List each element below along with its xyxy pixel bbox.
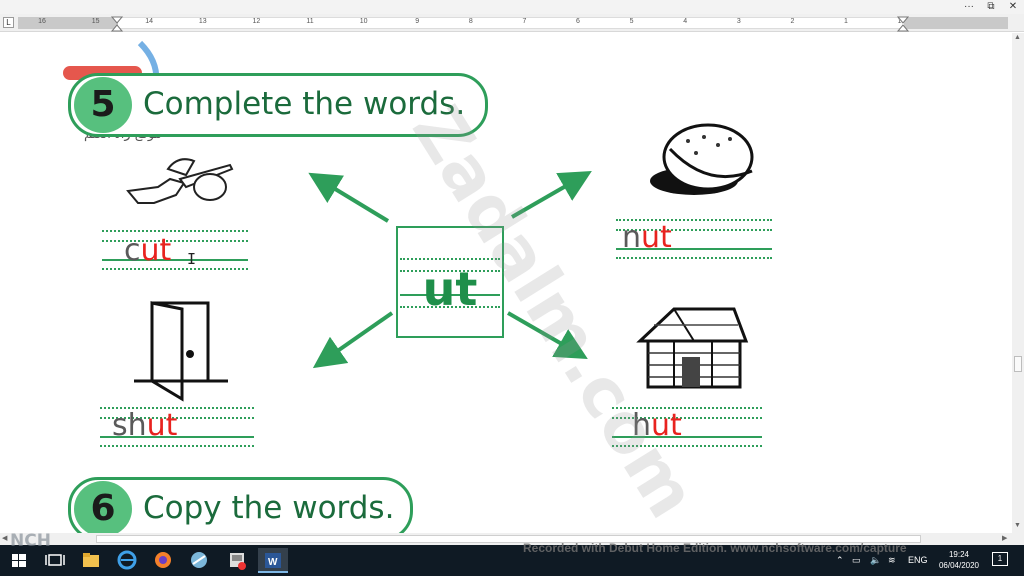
ruler-tick-label: 14 bbox=[145, 18, 154, 25]
windows-icon bbox=[12, 554, 26, 567]
word-shut: shut bbox=[112, 411, 177, 441]
firefox-icon bbox=[155, 552, 171, 568]
ruler-tick-label: 4 bbox=[683, 18, 688, 25]
arrow-to-cut bbox=[308, 172, 390, 223]
indent-marker-left[interactable] bbox=[111, 16, 123, 32]
battery-icon[interactable]: ▭ bbox=[852, 555, 861, 566]
ruler-tick-label: 13 bbox=[198, 18, 207, 25]
clock-date: 06/04/2020 bbox=[938, 561, 980, 570]
taskbar-firefox[interactable] bbox=[148, 548, 178, 573]
word-shut-prefix: sh bbox=[112, 408, 147, 443]
tab-selector[interactable]: L bbox=[3, 17, 14, 28]
taskbar-word[interactable]: W bbox=[258, 548, 288, 573]
nch-watermark: NCH bbox=[10, 531, 51, 551]
clock-time: 19:24 bbox=[948, 550, 970, 559]
window-title-bar: ··· ⧉ ✕ bbox=[0, 0, 1024, 14]
ruler-tick-label: 3 bbox=[736, 18, 741, 25]
hut-icon bbox=[636, 307, 749, 389]
ruler-tick-label: 15 bbox=[91, 18, 100, 25]
vertical-scrollbar[interactable]: ▲ ▼ bbox=[1012, 33, 1024, 533]
language-indicator[interactable]: ENG bbox=[908, 555, 928, 565]
taskbar-edge[interactable] bbox=[112, 548, 142, 573]
ruler-tick-label: 2 bbox=[790, 18, 795, 25]
scroll-up-icon[interactable]: ▲ bbox=[1014, 34, 1021, 41]
scroll-right-icon[interactable]: ▶ bbox=[1002, 534, 1007, 542]
task-view-icon bbox=[45, 554, 65, 566]
edge-icon bbox=[117, 550, 137, 570]
ruler-margin-right bbox=[904, 17, 1008, 29]
volume-icon[interactable]: 🔈 bbox=[870, 555, 881, 566]
arrow-to-shut bbox=[312, 311, 394, 369]
recording-watermark: Recorded with Debut Home Edition. www.nc… bbox=[523, 541, 907, 555]
ruler-tick-label: 12 bbox=[252, 18, 261, 25]
ruler-tick-label: 10 bbox=[359, 18, 368, 25]
ruler-margin-left bbox=[18, 17, 118, 29]
ruler-tick-label: 5 bbox=[629, 18, 634, 25]
ruler-tick-label: 9 bbox=[415, 18, 420, 25]
notification-center-button[interactable]: 1 bbox=[992, 552, 1008, 566]
indent-marker-right[interactable] bbox=[897, 16, 909, 32]
notification-count: 1 bbox=[997, 554, 1003, 563]
ruler-tick-label: 7 bbox=[522, 18, 527, 25]
close-button[interactable]: ✕ bbox=[1002, 0, 1024, 14]
taskbar-file-explorer[interactable] bbox=[76, 548, 106, 573]
taskbar-app[interactable] bbox=[184, 548, 214, 573]
ruler-tick-label: 1 bbox=[844, 18, 848, 25]
app-icon bbox=[191, 552, 207, 568]
folder-icon bbox=[83, 553, 99, 567]
start-button[interactable] bbox=[4, 548, 34, 573]
show-hidden-icons[interactable]: ⌃ bbox=[836, 555, 844, 566]
word-icon: W bbox=[265, 553, 281, 568]
scroll-left-icon[interactable]: ◀ bbox=[2, 534, 7, 542]
svg-text:W: W bbox=[268, 557, 278, 568]
ruler-tick-label: 8 bbox=[468, 18, 473, 25]
door-icon bbox=[134, 301, 228, 402]
taskbar: W Recorded with Debut Home Edition. www.… bbox=[0, 541, 1024, 576]
scroll-down-icon[interactable]: ▼ bbox=[1014, 522, 1021, 529]
vertical-scroll-thumb[interactable] bbox=[1014, 356, 1022, 372]
more-options-button[interactable]: ··· bbox=[958, 0, 980, 14]
restore-button[interactable]: ⧉ bbox=[980, 0, 1002, 14]
ruler-tick-label: 6 bbox=[576, 18, 580, 25]
document-page[interactable]: موقع زاد العلم 5 Complete the words. cut… bbox=[0, 33, 1012, 533]
ruler-tick-label: 16 bbox=[38, 18, 46, 25]
ruler-band bbox=[18, 17, 1008, 29]
taskbar-recorder[interactable] bbox=[222, 548, 252, 573]
system-clock[interactable]: 19:24 06/04/2020 bbox=[932, 549, 986, 571]
section-6-title: Copy the words. bbox=[143, 490, 395, 526]
section-6-number: 6 bbox=[74, 481, 132, 533]
task-view-button[interactable] bbox=[40, 548, 70, 573]
wifi-icon[interactable]: ≋ bbox=[888, 555, 896, 566]
ruler-tick-label: 11 bbox=[306, 18, 314, 25]
horizontal-ruler[interactable]: L 16 15 14 13 12 11 10 9 8 7 6 5 4 3 2 1 1 bbox=[0, 14, 1024, 32]
recorder-icon bbox=[230, 553, 246, 570]
word-shut-suffix: ut bbox=[146, 408, 178, 443]
